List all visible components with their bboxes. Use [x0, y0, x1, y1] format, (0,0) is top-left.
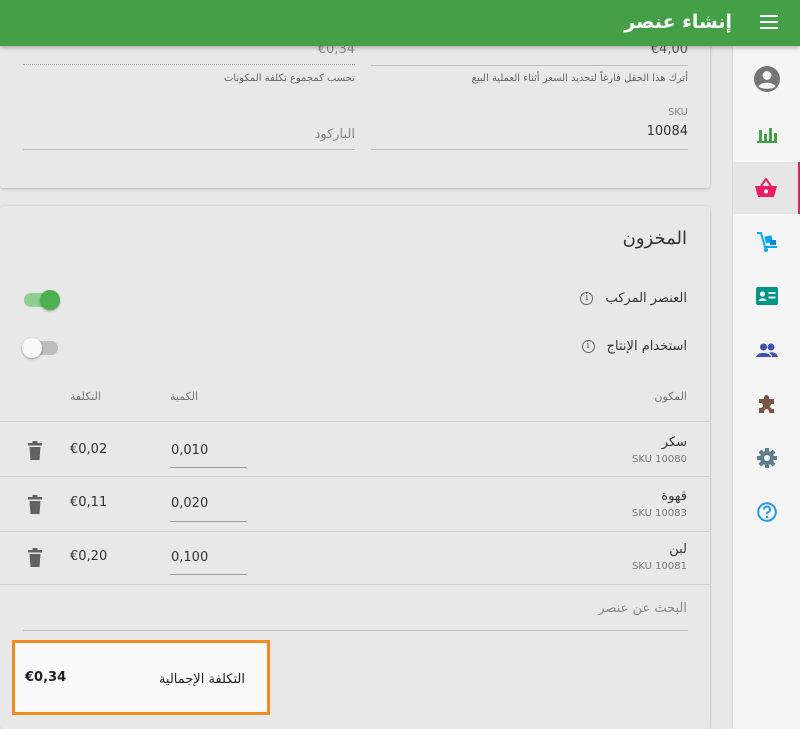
use-production-row: استخدام الإنتاج i — [581, 339, 687, 354]
cost-hint: تحسب كمجموع تكلفة المكونات — [223, 73, 355, 84]
sidebar-nav — [732, 46, 800, 729]
search-item-input[interactable]: البحث عن عنصر — [598, 601, 687, 616]
search-underline — [23, 630, 688, 631]
barcode-input[interactable]: الباركود — [315, 127, 355, 142]
customers-icon — [756, 343, 778, 357]
sidebar-item-help[interactable] — [733, 486, 800, 538]
sidebar-item-account[interactable] — [733, 53, 800, 105]
component-sku: SKU 10080 — [632, 454, 687, 465]
info-icon[interactable]: i — [581, 340, 595, 353]
sku-underline — [371, 149, 688, 150]
inventory-title: المخزون — [622, 228, 687, 249]
component-sku: SKU 10083 — [632, 508, 687, 519]
component-name: سكر — [661, 435, 687, 450]
sidebar-item-customers[interactable] — [733, 324, 800, 376]
employees-icon — [756, 287, 778, 305]
component-name: قهوة — [661, 489, 687, 504]
component-cost: €0,20 — [70, 549, 108, 564]
settings-icon — [757, 448, 777, 468]
quantity-input[interactable]: 0,100 — [171, 550, 208, 565]
inventory-icon — [757, 232, 777, 252]
component-cost: €0,02 — [70, 442, 108, 457]
quantity-underline — [170, 574, 247, 575]
component-column-header: المكون — [654, 390, 687, 403]
sidebar-item-items[interactable] — [733, 162, 800, 214]
component-cost: €0,11 — [70, 495, 108, 510]
sku-input[interactable]: 10084 — [647, 124, 688, 139]
barcode-underline — [23, 149, 355, 150]
sidebar-item-integrations[interactable] — [733, 378, 800, 430]
composite-item-label: العنصر المركب — [605, 291, 687, 306]
divider — [0, 584, 710, 585]
reports-icon — [757, 128, 777, 143]
trash-icon[interactable] — [28, 495, 42, 515]
total-cost-label: التكلفة الإجمالية — [158, 672, 245, 687]
info-icon[interactable]: i — [580, 292, 594, 305]
quantity-column-header: الكمية — [170, 390, 199, 403]
help-icon — [757, 502, 777, 522]
sidebar-item-inventory[interactable] — [733, 216, 800, 268]
total-cost-value: €0,34 — [25, 670, 67, 685]
sidebar-item-settings[interactable] — [733, 432, 800, 484]
divider — [0, 421, 710, 422]
item-details-card: €4,00 أترك هذا الحقل فارغاً لتحديد السعر… — [0, 30, 710, 188]
menu-icon[interactable] — [760, 15, 778, 29]
trash-icon[interactable] — [28, 441, 42, 461]
trash-icon[interactable] — [28, 548, 42, 568]
quantity-input[interactable]: 0,010 — [171, 443, 208, 458]
sidebar-item-reports[interactable] — [733, 108, 800, 160]
component-name: لبن — [669, 542, 687, 557]
account-icon — [754, 66, 780, 92]
divider — [0, 531, 710, 532]
total-cost-box: €0,34 التكلفة الإجمالية — [12, 640, 270, 715]
cost-underline — [23, 64, 355, 65]
items-basket-icon — [754, 178, 777, 197]
divider — [0, 476, 710, 477]
composite-item-row: العنصر المركب i — [580, 291, 687, 306]
sidebar-item-employees[interactable] — [733, 270, 800, 322]
price-underline — [371, 65, 688, 66]
cost-column-header: التكلفة — [70, 390, 101, 403]
composite-item-toggle[interactable] — [24, 290, 60, 310]
page-title: إنشاء عنصر — [624, 11, 732, 33]
integrations-icon — [759, 395, 774, 413]
component-sku: SKU 10081 — [632, 561, 687, 572]
app-bar: إنشاء عنصر — [0, 0, 800, 46]
price-hint: أترك هذا الحقل فارغاً لتحديد السعر أثناء… — [471, 73, 688, 84]
sku-label: SKU — [668, 107, 688, 118]
quantity-input[interactable]: 0,020 — [171, 496, 208, 511]
quantity-underline — [170, 467, 247, 468]
quantity-underline — [170, 521, 247, 522]
use-production-toggle[interactable] — [22, 338, 58, 358]
use-production-label: استخدام الإنتاج — [606, 339, 687, 354]
